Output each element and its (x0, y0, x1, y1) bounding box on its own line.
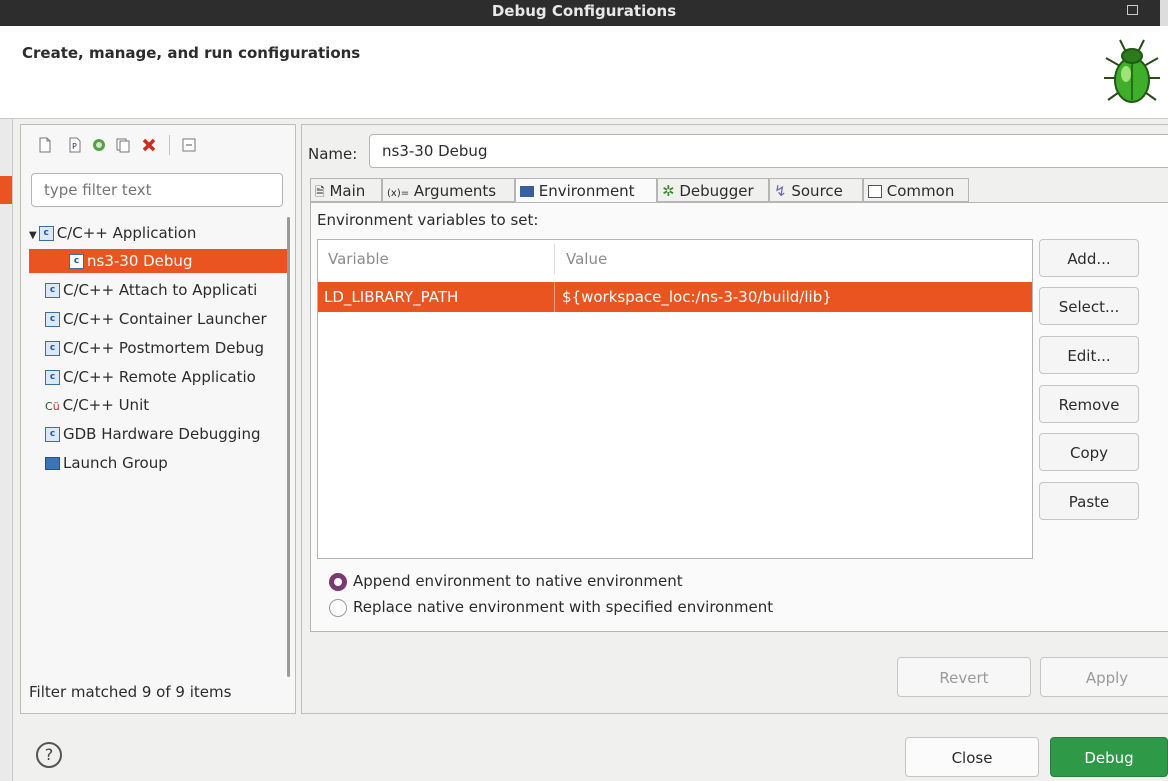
main-tab-icon: 🗎 (315, 185, 325, 199)
environment-tab-content: Environment variables to set: Variable V… (310, 202, 1168, 632)
background-selection (0, 176, 12, 204)
maximize-button[interactable] (1127, 5, 1138, 15)
toolbar-separator (169, 135, 170, 155)
window-edge (1160, 0, 1168, 26)
tree-item-label: C/C++ Postmortem Debug (63, 339, 265, 357)
tree-item-cpp-application[interactable]: ▼ c C/C++ Application (29, 221, 287, 245)
configuration-list-panel: P ▼cC/C++ Application cns3-30 Debug cC/C… (20, 124, 296, 714)
new-configuration-icon[interactable] (37, 137, 53, 153)
tree-scrollbar[interactable] (287, 217, 290, 677)
tab-debugger[interactable]: ✲ Debugger (657, 178, 769, 202)
tree-item-label: Launch Group (63, 454, 168, 472)
header-title: Create, manage, and run configurations (22, 44, 361, 62)
copy-button[interactable]: Copy (1039, 433, 1139, 471)
tree-item-launch-group[interactable]: Launch Group (29, 451, 287, 475)
tab-source[interactable]: ↯ Source (769, 178, 863, 202)
tree-item-cpp-attach[interactable]: c C/C++ Attach to Applicati (29, 278, 287, 302)
collapse-all-icon[interactable] (181, 137, 197, 153)
expand-arrow-icon[interactable]: ▼ (29, 230, 37, 241)
cpp-unit-icon: Cü (45, 400, 60, 413)
cpp-application-icon: c (45, 312, 60, 327)
tab-arguments[interactable]: (x)= Arguments (382, 178, 515, 202)
common-tab-icon (868, 185, 882, 198)
revert-button[interactable]: Revert (897, 657, 1031, 697)
tab-environment[interactable]: Environment (515, 178, 657, 203)
tree-item-label: C/C++ Application (56, 224, 197, 242)
export-configuration-icon[interactable] (91, 137, 107, 153)
new-prototype-icon[interactable]: P (67, 137, 83, 153)
cpp-application-icon: c (69, 254, 84, 269)
name-label: Name: (308, 145, 358, 163)
svg-text:P: P (72, 142, 77, 151)
dialog-header: Create, manage, and run configurations (0, 26, 1168, 119)
tab-main[interactable]: 🗎 Main (310, 178, 382, 202)
filter-input[interactable] (31, 173, 283, 207)
arguments-tab-icon: (x)= (387, 188, 410, 199)
configuration-editor-panel: Name: ns3-30 Debug 🗎 Main (x)= Arguments… (301, 124, 1168, 714)
launch-group-icon (45, 457, 60, 470)
window-title: Debug Configurations (491, 2, 677, 20)
tree-item-cpp-container[interactable]: c C/C++ Container Launcher (29, 307, 287, 331)
close-button[interactable]: Close (905, 737, 1039, 777)
cpp-application-icon: c (45, 427, 60, 442)
tree-item-cpp-unit[interactable]: Cü C/C++ Unit (29, 393, 287, 417)
apply-button[interactable]: Apply (1040, 657, 1168, 697)
cell-value: ${workspace_loc:/ns-3-30/build/lib} (562, 288, 832, 306)
append-environment-label[interactable]: Append environment to native environment (353, 572, 683, 590)
column-header-variable[interactable]: Variable (328, 240, 389, 278)
column-header-value[interactable]: Value (566, 240, 607, 278)
select-button[interactable]: Select... (1039, 287, 1139, 325)
name-field[interactable]: ns3-30 Debug (369, 134, 1168, 168)
cpp-application-icon: c (45, 341, 60, 356)
append-environment-radio[interactable] (329, 573, 347, 591)
add-button[interactable]: Add... (1039, 239, 1139, 277)
tree-item-gdb-hardware[interactable]: c GDB Hardware Debugging (29, 422, 287, 446)
cpp-application-icon: c (38, 226, 54, 241)
bug-icon (1104, 39, 1160, 103)
cpp-application-icon: c (45, 370, 60, 385)
duplicate-icon[interactable] (115, 137, 131, 153)
env-variables-table[interactable]: Variable Value LD_LIBRARY_PATH ${workspa… (317, 239, 1033, 559)
edit-button[interactable]: Edit... (1039, 336, 1139, 374)
env-section-label: Environment variables to set: (317, 211, 539, 229)
delete-icon[interactable] (141, 137, 157, 153)
tab-common[interactable]: Common (863, 178, 969, 202)
tree-item-label: C/C++ Attach to Applicati (63, 281, 258, 299)
source-tab-icon: ↯ (774, 182, 787, 200)
cell-variable: LD_LIBRARY_PATH (324, 288, 459, 306)
debug-button[interactable]: Debug (1050, 737, 1168, 777)
filter-status: Filter matched 9 of 9 items (29, 683, 232, 701)
tree-item-cpp-remote[interactable]: c C/C++ Remote Applicatio (29, 365, 287, 389)
cpp-application-icon: c (45, 283, 60, 298)
tree-item-label: ns3-30 Debug (87, 252, 193, 270)
background-window-edge (0, 119, 13, 781)
paste-button[interactable]: Paste (1039, 482, 1139, 520)
tree-item-label: C/C++ Unit (62, 396, 150, 414)
column-divider (554, 244, 555, 274)
replace-environment-label[interactable]: Replace native environment with specifie… (353, 598, 773, 616)
debugger-tab-icon: ✲ (662, 182, 675, 200)
table-row[interactable]: LD_LIBRARY_PATH ${workspace_loc:/ns-3-30… (318, 282, 1032, 312)
tree-item-label: C/C++ Remote Applicatio (63, 368, 256, 386)
tree-item-label: C/C++ Container Launcher (63, 310, 267, 328)
environment-tab-icon (520, 186, 534, 197)
help-icon[interactable]: ? (36, 742, 62, 768)
tree-item-ns3-30-debug[interactable]: c ns3-30 Debug (29, 249, 287, 273)
replace-environment-radio[interactable] (329, 599, 347, 617)
cell-divider (554, 282, 555, 312)
tree-item-label: GDB Hardware Debugging (63, 425, 261, 443)
title-bar: Debug Configurations (0, 0, 1168, 26)
tree-item-cpp-postmortem[interactable]: c C/C++ Postmortem Debug (29, 336, 287, 360)
remove-button[interactable]: Remove (1039, 385, 1139, 423)
